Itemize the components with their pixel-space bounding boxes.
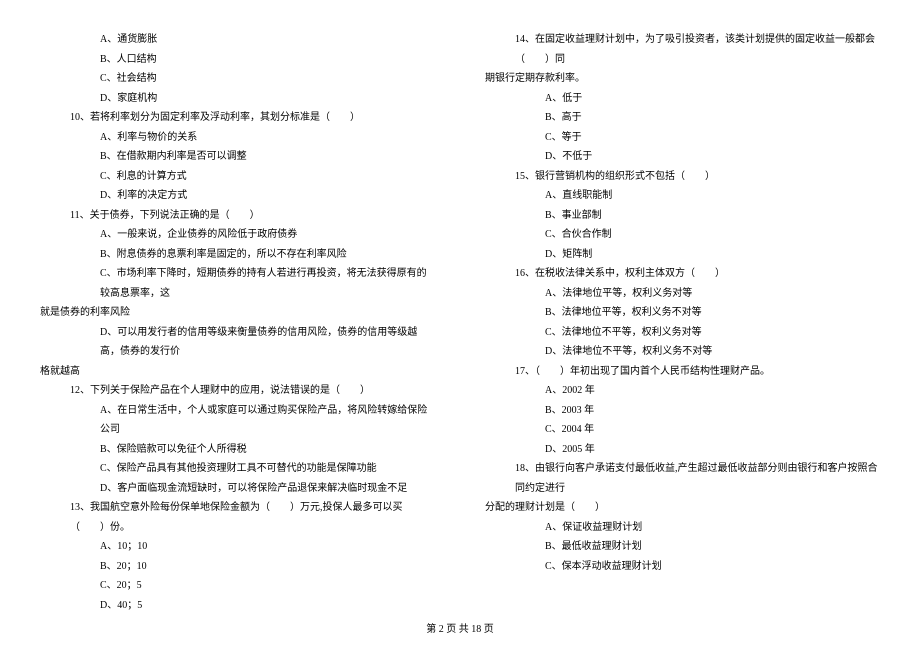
option-text: B、在借款期内利率是否可以调整 bbox=[40, 147, 435, 167]
content-columns: A、通货膨胀 B、人口结构 C、社会结构 D、家庭机构 10、若将利率划分为固定… bbox=[40, 30, 880, 615]
option-text: B、保险赔款可以免征个人所得税 bbox=[40, 440, 435, 460]
continuation-text: 格就越高 bbox=[40, 362, 435, 382]
option-text: C、2004 年 bbox=[485, 420, 880, 440]
option-text: A、一般来说，企业债券的风险低于政府债券 bbox=[40, 225, 435, 245]
question-text: 14、在固定收益理财计划中，为了吸引投资者，该类计划提供的固定收益一般都会（ ）… bbox=[485, 30, 880, 69]
option-text: D、法律地位不平等，权利义务不对等 bbox=[485, 342, 880, 362]
option-text: D、客户面临现金流短缺时，可以将保险产品退保来解决临时现金不足 bbox=[40, 479, 435, 499]
option-text: C、20；5 bbox=[40, 576, 435, 596]
option-text: C、保本浮动收益理财计划 bbox=[485, 557, 880, 577]
question-text: 18、由银行向客户承诺支付最低收益,产生超过最低收益部分则由银行和客户按照合同约… bbox=[485, 459, 880, 498]
option-text: B、2003 年 bbox=[485, 401, 880, 421]
option-text: A、在日常生活中，个人或家庭可以通过购买保险产品，将风险转嫁给保险公司 bbox=[40, 401, 435, 440]
option-text: A、利率与物价的关系 bbox=[40, 128, 435, 148]
option-text: A、10；10 bbox=[40, 537, 435, 557]
option-text: A、直线职能制 bbox=[485, 186, 880, 206]
option-text: C、保险产品具有其他投资理财工具不可替代的功能是保障功能 bbox=[40, 459, 435, 479]
option-text: A、法律地位平等，权利义务对等 bbox=[485, 284, 880, 304]
option-text: C、合伙合作制 bbox=[485, 225, 880, 245]
continuation-text: 分配的理财计划是（ ） bbox=[485, 498, 880, 518]
option-text: D、家庭机构 bbox=[40, 89, 435, 109]
option-text: B、事业部制 bbox=[485, 206, 880, 226]
question-text: 10、若将利率划分为固定利率及浮动利率，其划分标准是（ ） bbox=[40, 108, 435, 128]
option-text: B、附息债券的息票利率是固定的，所以不存在利率风险 bbox=[40, 245, 435, 265]
page-footer: 第 2 页 共 18 页 bbox=[0, 620, 920, 635]
option-text: B、人口结构 bbox=[40, 50, 435, 70]
continuation-text: 期银行定期存款利率。 bbox=[485, 69, 880, 89]
option-text: C、等于 bbox=[485, 128, 880, 148]
continuation-text: 就是债券的利率风险 bbox=[40, 303, 435, 323]
question-text: 16、在税收法律关系中，权利主体双方（ ） bbox=[485, 264, 880, 284]
question-text: 13、我国航空意外险每份保单地保险金额为（ ）万元,投保人最多可以买（ ）份。 bbox=[40, 498, 435, 537]
option-text: A、通货膨胀 bbox=[40, 30, 435, 50]
option-text: C、社会结构 bbox=[40, 69, 435, 89]
question-text: 17、（ ）年初出现了国内首个人民币结构性理财产品。 bbox=[485, 362, 880, 382]
option-text: C、法律地位不平等，权利义务对等 bbox=[485, 323, 880, 343]
question-text: 12、下列关于保险产品在个人理财中的应用，说法错误的是（ ） bbox=[40, 381, 435, 401]
option-text: D、40；5 bbox=[40, 596, 435, 616]
option-text: B、最低收益理财计划 bbox=[485, 537, 880, 557]
option-text: B、法律地位平等，权利义务不对等 bbox=[485, 303, 880, 323]
question-text: 11、关于债券，下列说法正确的是（ ） bbox=[40, 206, 435, 226]
left-column: A、通货膨胀 B、人口结构 C、社会结构 D、家庭机构 10、若将利率划分为固定… bbox=[40, 30, 435, 615]
option-text: B、高于 bbox=[485, 108, 880, 128]
option-text: D、矩阵制 bbox=[485, 245, 880, 265]
option-text: D、可以用发行者的信用等级来衡量债券的信用风险，债券的信用等级越高，债券的发行价 bbox=[40, 323, 435, 362]
option-text: C、利息的计算方式 bbox=[40, 167, 435, 187]
option-text: A、低于 bbox=[485, 89, 880, 109]
option-text: C、市场利率下降时，短期债券的持有人若进行再投资，将无法获得原有的较高息票率，这 bbox=[40, 264, 435, 303]
option-text: D、不低于 bbox=[485, 147, 880, 167]
option-text: A、保证收益理财计划 bbox=[485, 518, 880, 538]
question-text: 15、银行营销机构的组织形式不包括（ ） bbox=[485, 167, 880, 187]
option-text: B、20；10 bbox=[40, 557, 435, 577]
option-text: D、利率的决定方式 bbox=[40, 186, 435, 206]
option-text: A、2002 年 bbox=[485, 381, 880, 401]
option-text: D、2005 年 bbox=[485, 440, 880, 460]
right-column: 14、在固定收益理财计划中，为了吸引投资者，该类计划提供的固定收益一般都会（ ）… bbox=[485, 30, 880, 615]
